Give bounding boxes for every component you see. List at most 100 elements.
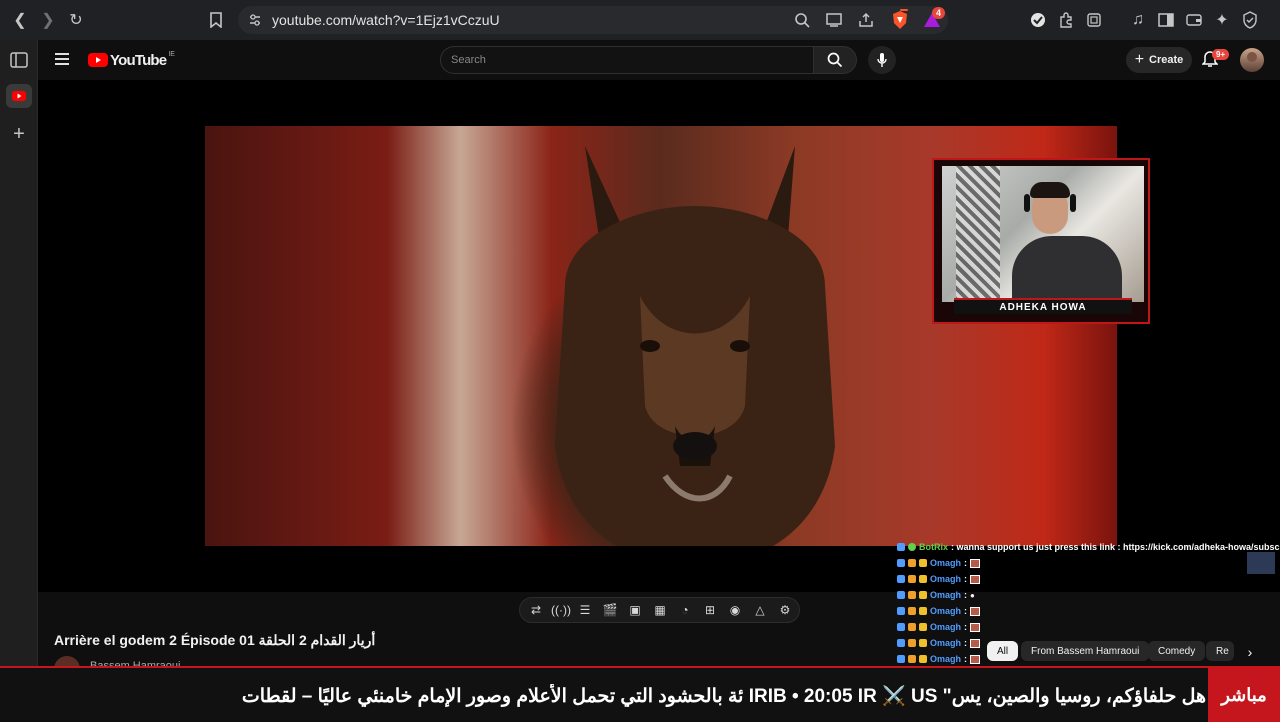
chat-text: : — [964, 654, 968, 664]
brave-shield-icon[interactable] — [888, 8, 912, 32]
chat-message: BotRix : wanna support us just press thi… — [897, 540, 1280, 554]
search-button[interactable] — [813, 46, 857, 74]
chip-comedy[interactable]: Comedy — [1148, 641, 1206, 661]
emote-icon — [970, 638, 981, 648]
badge-icon — [908, 575, 916, 583]
notification-badge: 9+ — [1212, 49, 1230, 60]
zoom-search-icon[interactable] — [790, 8, 814, 32]
badge-icon — [897, 639, 905, 647]
extension-icon[interactable] — [1054, 8, 1078, 32]
chat-text: : — [964, 638, 968, 648]
live-label: مباشر — [1208, 668, 1280, 722]
add-panel-icon[interactable]: + — [7, 122, 31, 146]
chat-username: Omagh — [930, 606, 962, 616]
flask-icon[interactable]: △ — [752, 602, 768, 618]
emote-icon — [970, 622, 981, 632]
vpn-check-icon[interactable] — [1026, 8, 1050, 32]
youtube-logo-icon — [88, 53, 108, 67]
add-icon[interactable]: ⊞ — [702, 602, 718, 618]
badge-icon — [897, 559, 905, 567]
emote-icon — [970, 654, 981, 664]
emote-icon — [970, 606, 981, 616]
badge-icon — [919, 623, 927, 631]
badge-icon — [897, 575, 905, 583]
panel-toggle-icon[interactable] — [7, 48, 31, 72]
ticker-text: ئة بالحشود التي تحمل الأعلام وصور الإمام… — [241, 686, 1206, 707]
browser-side-panel: + — [0, 40, 38, 720]
badge-icon — [908, 607, 916, 615]
chip-from-channel[interactable]: From Bassem Hamraoui — [1021, 641, 1150, 661]
youtube-logo[interactable]: YouTube IE — [88, 51, 175, 69]
chevron-right-icon[interactable]: › — [1242, 644, 1258, 660]
url-text: youtube.com/watch?v=1Ejz1vCczuU — [272, 12, 500, 28]
site-info-icon[interactable] — [248, 13, 262, 27]
vpn-icon[interactable] — [1238, 8, 1262, 32]
voice-search-button[interactable] — [868, 46, 896, 74]
badge-icon — [919, 655, 927, 663]
chip-more[interactable]: Re — [1206, 641, 1234, 661]
rewards-badge: 4 — [932, 7, 946, 19]
music-icon[interactable]: ♫ — [1126, 8, 1150, 32]
badge-icon — [897, 655, 905, 663]
shield-count-badge — [900, 9, 908, 11]
settings-gear-icon[interactable]: ⚙ — [777, 602, 793, 618]
badge-icon — [897, 623, 905, 631]
create-button[interactable]: + Create — [1126, 47, 1192, 73]
avatar[interactable] — [1240, 48, 1264, 72]
chat-text: : — [964, 590, 968, 600]
bookmark-icon[interactable] — [204, 8, 228, 32]
cast-icon[interactable] — [822, 8, 846, 32]
badge-icon — [919, 591, 927, 599]
chat-text: : — [964, 574, 968, 584]
cinema-icon[interactable]: ▦ — [652, 602, 668, 618]
chat-message: Omagh : — [897, 604, 981, 618]
audio-icon[interactable]: ((·)) — [551, 602, 571, 618]
bot-badge-icon — [908, 543, 916, 551]
screenshot-icon[interactable]: ◉ — [727, 602, 743, 618]
mic-icon — [877, 53, 887, 67]
playlist-icon[interactable]: ☰ — [577, 602, 593, 618]
chat-text: : — [964, 606, 968, 616]
webcam-overlay: ADHEKA HOWA — [932, 158, 1150, 324]
chat-message: Omagh : — [897, 652, 981, 666]
loop-icon[interactable]: ⇄ — [528, 602, 544, 618]
wallet-icon[interactable] — [1182, 8, 1206, 32]
share-icon[interactable] — [854, 8, 878, 32]
reload-icon[interactable]: ↻ — [64, 8, 88, 32]
badge-icon — [908, 559, 916, 567]
chat-text: : — [964, 558, 968, 568]
sidebar-toggle-icon[interactable] — [1154, 8, 1178, 32]
badge-icon — [908, 655, 916, 663]
speed-icon[interactable]: ◔ — [677, 602, 693, 618]
youtube-panel-icon[interactable] — [6, 84, 32, 108]
badge-icon — [919, 607, 927, 615]
puzzle-icon[interactable] — [1082, 8, 1106, 32]
emote-icon: ● — [970, 590, 975, 600]
back-icon[interactable]: ❮ — [8, 8, 32, 32]
browser-toolbar: ❮ ❯ ↻ youtube.com/watch?v=1Ejz1vCczuU 4 — [0, 0, 1280, 40]
forward-icon[interactable]: ❯ — [36, 8, 60, 32]
player-enhancer-toolbar: ⇄ ((·)) ☰ 🎬 ▣ ▦ ◔ ⊞ ◉ △ ⚙ — [519, 597, 800, 623]
emote-icon — [970, 574, 981, 584]
chip-all[interactable]: All — [987, 641, 1019, 661]
chat-message: Omagh : — [897, 636, 981, 650]
badge-icon — [919, 639, 927, 647]
create-label: Create — [1149, 54, 1184, 66]
clapper-icon[interactable]: 🎬 — [602, 602, 618, 618]
chat-text: : — [964, 622, 968, 632]
chat-message: Omagh : — [897, 556, 981, 570]
address-bar[interactable]: youtube.com/watch?v=1Ejz1vCczuU 4 — [238, 6, 948, 34]
badge-icon — [908, 639, 916, 647]
webcam-label: ADHEKA HOWA — [954, 298, 1132, 314]
chat-message: Omagh : — [897, 572, 981, 586]
search-input[interactable]: Search — [440, 46, 814, 74]
chat-username: Omagh — [930, 622, 962, 632]
dog-image — [555, 146, 835, 546]
pip-icon[interactable]: ▣ — [627, 602, 643, 618]
chat-message: Omagh : ● — [897, 588, 975, 602]
search-placeholder: Search — [451, 54, 486, 66]
badge-icon — [908, 591, 916, 599]
leo-ai-icon[interactable]: ✦ — [1210, 8, 1234, 32]
badge-icon — [908, 623, 916, 631]
menu-icon[interactable] — [54, 52, 70, 66]
